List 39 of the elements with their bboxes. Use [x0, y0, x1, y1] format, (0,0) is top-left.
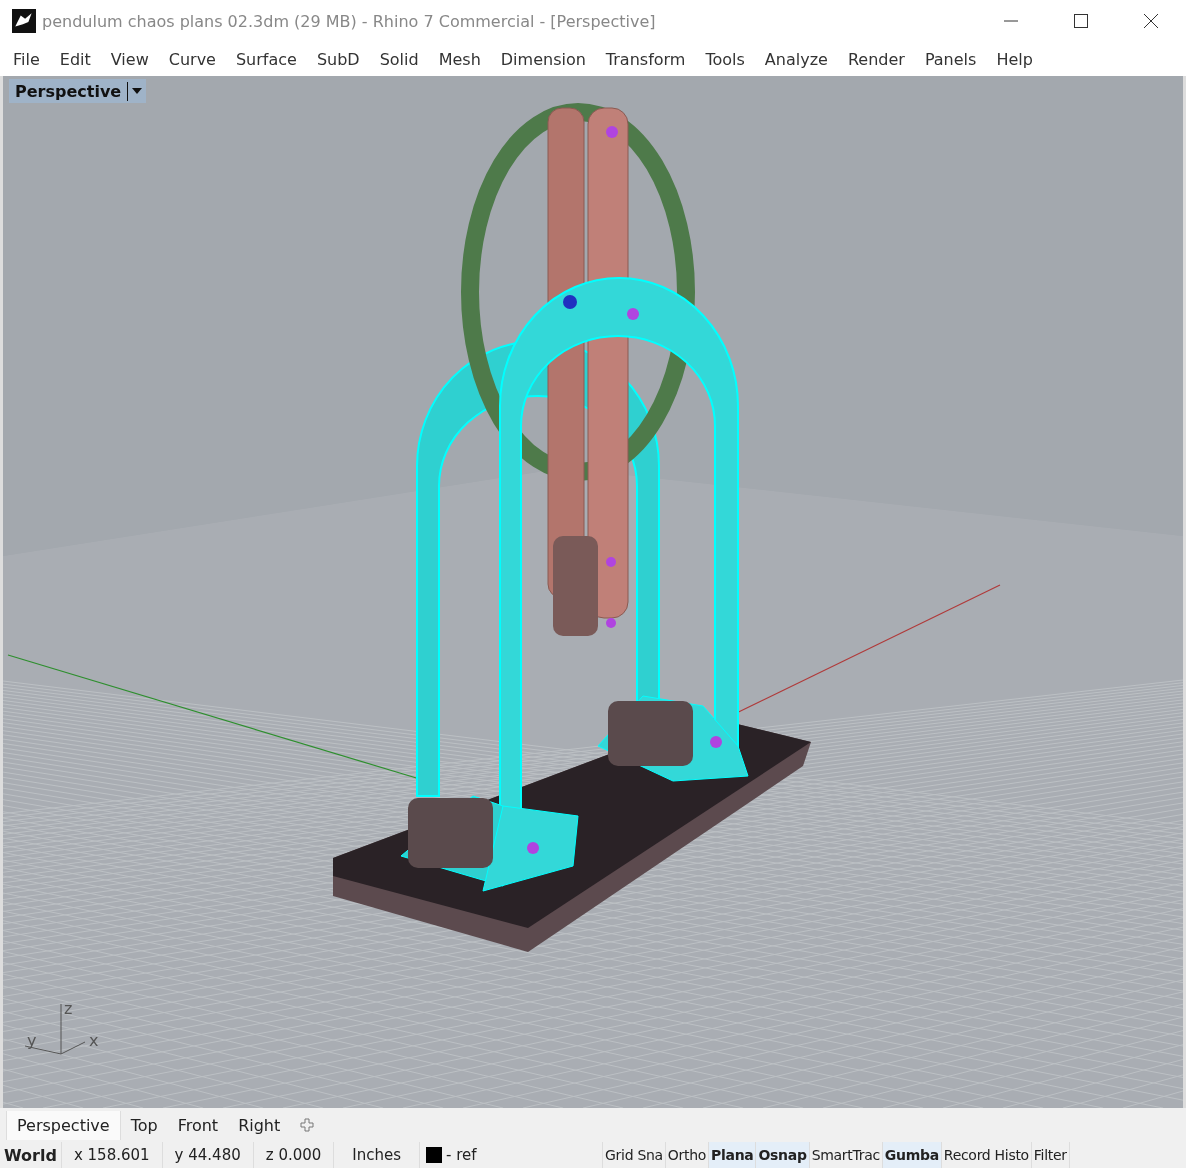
menu-item[interactable]: Surface	[226, 49, 308, 69]
menu-item[interactable]: Edit	[50, 49, 102, 69]
view-tab[interactable]: Front	[167, 1110, 229, 1140]
layer-label[interactable]: - ref	[446, 1146, 477, 1164]
menu-item[interactable]: Help	[987, 49, 1044, 69]
close-icon[interactable]	[1143, 13, 1159, 29]
status-toggle[interactable]: Grid Sna	[603, 1142, 666, 1168]
menu-item[interactable]: View	[101, 49, 160, 69]
status-toggle[interactable]: Record Histo	[941, 1142, 1032, 1168]
units-label[interactable]: Inches	[334, 1142, 421, 1168]
layer-swatch-icon	[426, 1147, 443, 1163]
y-coordinate: y 44.480	[162, 1142, 254, 1168]
menu-item[interactable]: Solid	[370, 49, 430, 69]
menu-item[interactable]: Render	[838, 49, 916, 69]
menu-item[interactable]: Tools	[696, 49, 756, 69]
status-toggle[interactable]: Gumba	[882, 1142, 942, 1168]
menu-item[interactable]: Transform	[596, 49, 697, 69]
status-toggle[interactable]: Plana	[709, 1142, 757, 1168]
view-tab[interactable]: Right	[228, 1110, 291, 1140]
status-toggle[interactable]: SmartTrac	[809, 1142, 883, 1168]
cplane-label[interactable]: World	[0, 1142, 62, 1168]
menu-item[interactable]: SubD	[307, 49, 371, 69]
dropdown-caret-icon[interactable]	[132, 88, 143, 94]
menu-item[interactable]: File	[4, 49, 51, 69]
status-toggle[interactable]: Osnap	[756, 1142, 810, 1168]
menu-item[interactable]: Mesh	[429, 49, 492, 69]
app-logo-icon	[12, 9, 36, 33]
maximize-icon[interactable]	[1073, 13, 1089, 29]
menu-item[interactable]: Analyze	[755, 49, 839, 69]
z-coordinate: z 0.000	[253, 1142, 335, 1168]
menu-item[interactable]: Dimension	[491, 49, 597, 69]
add-tab-icon[interactable]	[300, 1118, 315, 1132]
x-coordinate: x 158.601	[61, 1142, 163, 1168]
status-toggle[interactable]: Filter	[1031, 1142, 1070, 1168]
view-tab[interactable]: Top	[120, 1110, 168, 1140]
window-title: pendulum chaos plans 02.3dm (29 MB) - Rhino 7 Commercial - [Perspective]	[42, 11, 656, 31]
menu-item[interactable]: Curve	[159, 49, 227, 69]
view-tab[interactable]: Perspective	[6, 1110, 121, 1140]
menu-item[interactable]: Panels	[915, 49, 988, 69]
